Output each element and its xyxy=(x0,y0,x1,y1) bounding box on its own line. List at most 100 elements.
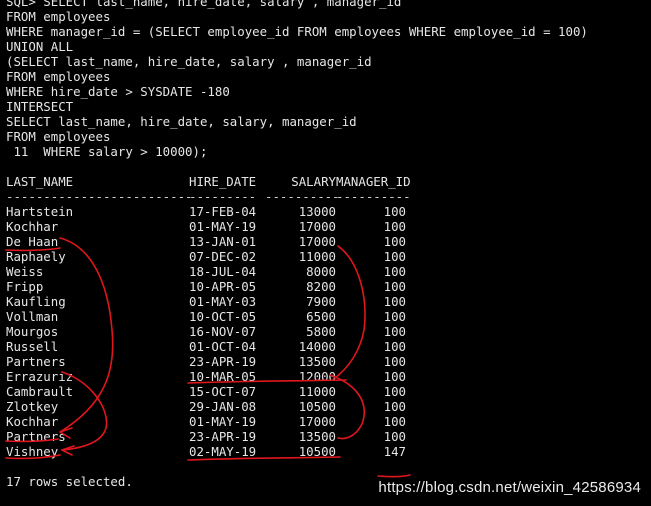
table-row: Fripp 10-APR-05 8200 100 xyxy=(6,279,646,294)
column-header-last-name: LAST_NAME xyxy=(6,174,74,189)
cell-last-name: Errazuriz xyxy=(6,369,74,384)
cell-last-name: Kaufling xyxy=(6,294,66,309)
table-row: Cambrault 15-OCT-07 11000 100 xyxy=(6,384,646,399)
cell-last-name: Raphaely xyxy=(6,249,66,264)
table-row: Russell 01-OCT-04 14000 100 xyxy=(6,339,646,354)
table-row: Kochhar 01-MAY-19 17000 100 xyxy=(6,219,646,234)
cell-last-name: Vishney xyxy=(6,444,59,459)
separator-last-name: ------------------------- xyxy=(6,189,193,204)
cell-manager-id: 100 xyxy=(383,249,406,264)
separator-manager-id: ---------- xyxy=(336,189,411,204)
cell-hire-date: 01-OCT-04 xyxy=(189,339,257,354)
cell-last-name: Kochhar xyxy=(6,219,59,234)
cell-manager-id: 100 xyxy=(383,309,406,324)
cell-salary: 6500 xyxy=(306,309,336,324)
cell-salary: 17000 xyxy=(298,414,336,429)
cell-hire-date: 01-MAY-03 xyxy=(189,294,257,309)
cell-salary: 14000 xyxy=(298,339,336,354)
table-row: Partners 23-APR-19 13500 100 xyxy=(6,429,646,444)
cell-salary: 13500 xyxy=(298,429,336,444)
sql-line: SELECT last_name, hire_date, salary, man… xyxy=(6,114,357,129)
table-row: Errazuriz 10-MAR-05 12000 100 xyxy=(6,369,646,384)
cell-manager-id: 100 xyxy=(383,219,406,234)
cell-hire-date: 23-APR-19 xyxy=(189,429,257,444)
sql-line: FROM employees xyxy=(6,69,111,84)
cell-manager-id: 100 xyxy=(383,234,406,249)
sql-line: 11 WHERE salary > 10000); xyxy=(6,144,208,159)
sql-line: SQL> SELECT last_name, hire_date, salary… xyxy=(6,0,402,9)
cell-salary: 10500 xyxy=(298,399,336,414)
cell-last-name: Partners xyxy=(6,354,66,369)
cell-manager-id: 100 xyxy=(383,324,406,339)
cell-salary: 13000 xyxy=(298,204,336,219)
watermark-url: https://blog.csdn.net/weixin_42586934 xyxy=(378,479,641,496)
cell-hire-date: 29-JAN-08 xyxy=(189,399,257,414)
cell-manager-id: 100 xyxy=(383,294,406,309)
cell-hire-date: 17-FEB-04 xyxy=(189,204,257,219)
separator-salary: ---------- xyxy=(265,189,340,204)
cell-manager-id: 100 xyxy=(383,279,406,294)
table-row: Mourgos 16-NOV-07 5800 100 xyxy=(6,324,646,339)
column-header-salary: SALARY xyxy=(291,174,336,189)
cell-manager-id: 100 xyxy=(383,204,406,219)
sql-line: UNION ALL xyxy=(6,39,74,54)
cell-manager-id: 100 xyxy=(383,264,406,279)
table-row: Zlotkey 29-JAN-08 10500 100 xyxy=(6,399,646,414)
cell-manager-id: 100 xyxy=(383,384,406,399)
cell-manager-id: 100 xyxy=(383,414,406,429)
table-row: Vollman 10-OCT-05 6500 100 xyxy=(6,309,646,324)
terminal-output[interactable]: SQL> SELECT last_name, hire_date, salary… xyxy=(6,0,646,506)
cell-salary: 10500 xyxy=(298,444,336,459)
cell-salary: 8000 xyxy=(306,264,336,279)
cell-manager-id: 100 xyxy=(383,369,406,384)
sql-line: WHERE manager_id = (SELECT employee_id F… xyxy=(6,24,588,39)
table-body: Hartstein 17-FEB-04 13000 100 Kochhar 01-MAY-… xyxy=(6,204,646,459)
table-row: Partners 23-APR-19 13500 100 xyxy=(6,354,646,369)
cell-last-name: Russell xyxy=(6,339,59,354)
cell-hire-date: 07-DEC-02 xyxy=(189,249,257,264)
table-row: Weiss 18-JUL-04 8000 100 xyxy=(6,264,646,279)
cell-last-name: Fripp xyxy=(6,279,44,294)
cell-last-name: Zlotkey xyxy=(6,399,59,414)
cell-hire-date: 15-OCT-07 xyxy=(189,384,257,399)
separator-hire-date: --------- xyxy=(189,189,257,204)
sql-line: INTERSECT xyxy=(6,99,74,114)
table-row: Kochhar 01-MAY-19 17000 100 xyxy=(6,414,646,429)
cell-hire-date: 01-MAY-19 xyxy=(189,414,257,429)
cell-salary: 11000 xyxy=(298,384,336,399)
sql-query-block: SQL> SELECT last_name, hire_date, salary… xyxy=(6,0,646,159)
cell-hire-date: 16-NOV-07 xyxy=(189,324,257,339)
table-row: Kaufling 01-MAY-03 7900 100 xyxy=(6,294,646,309)
cell-manager-id: 100 xyxy=(383,339,406,354)
table-header: LAST_NAME HIRE_DATE SALARY MANAGER_ID xyxy=(6,174,646,189)
cell-hire-date: 23-APR-19 xyxy=(189,354,257,369)
column-header-manager-id: MANAGER_ID xyxy=(336,174,411,189)
cell-salary: 11000 xyxy=(298,249,336,264)
cell-manager-id: 100 xyxy=(383,354,406,369)
cell-hire-date: 13-JAN-01 xyxy=(189,234,257,249)
cell-hire-date: 02-MAY-19 xyxy=(189,444,257,459)
table-row: Raphaely 07-DEC-02 11000 100 xyxy=(6,249,646,264)
cell-manager-id: 100 xyxy=(383,399,406,414)
table-separator: ------------------------- --------- ----… xyxy=(6,189,646,204)
cell-last-name: De Haan xyxy=(6,234,59,249)
cell-manager-id: 100 xyxy=(383,429,406,444)
sql-line: FROM employees xyxy=(6,9,111,24)
sql-line: WHERE hire_date > SYSDATE -180 xyxy=(6,84,230,99)
column-header-hire-date: HIRE_DATE xyxy=(189,174,257,189)
table-row: Hartstein 17-FEB-04 13000 100 xyxy=(6,204,646,219)
sql-line: (SELECT last_name, hire_date, salary , m… xyxy=(6,54,372,69)
cell-last-name: Kochhar xyxy=(6,414,59,429)
cell-last-name: Mourgos xyxy=(6,324,59,339)
cell-last-name: Partners xyxy=(6,429,66,444)
cell-salary: 8200 xyxy=(306,279,336,294)
cell-manager-id: 147 xyxy=(383,444,406,459)
cell-salary: 7900 xyxy=(306,294,336,309)
cell-hire-date: 01-MAY-19 xyxy=(189,219,257,234)
cell-hire-date: 10-OCT-05 xyxy=(189,309,257,324)
cell-salary: 12000 xyxy=(298,369,336,384)
cell-hire-date: 18-JUL-04 xyxy=(189,264,257,279)
cell-salary: 17000 xyxy=(298,234,336,249)
